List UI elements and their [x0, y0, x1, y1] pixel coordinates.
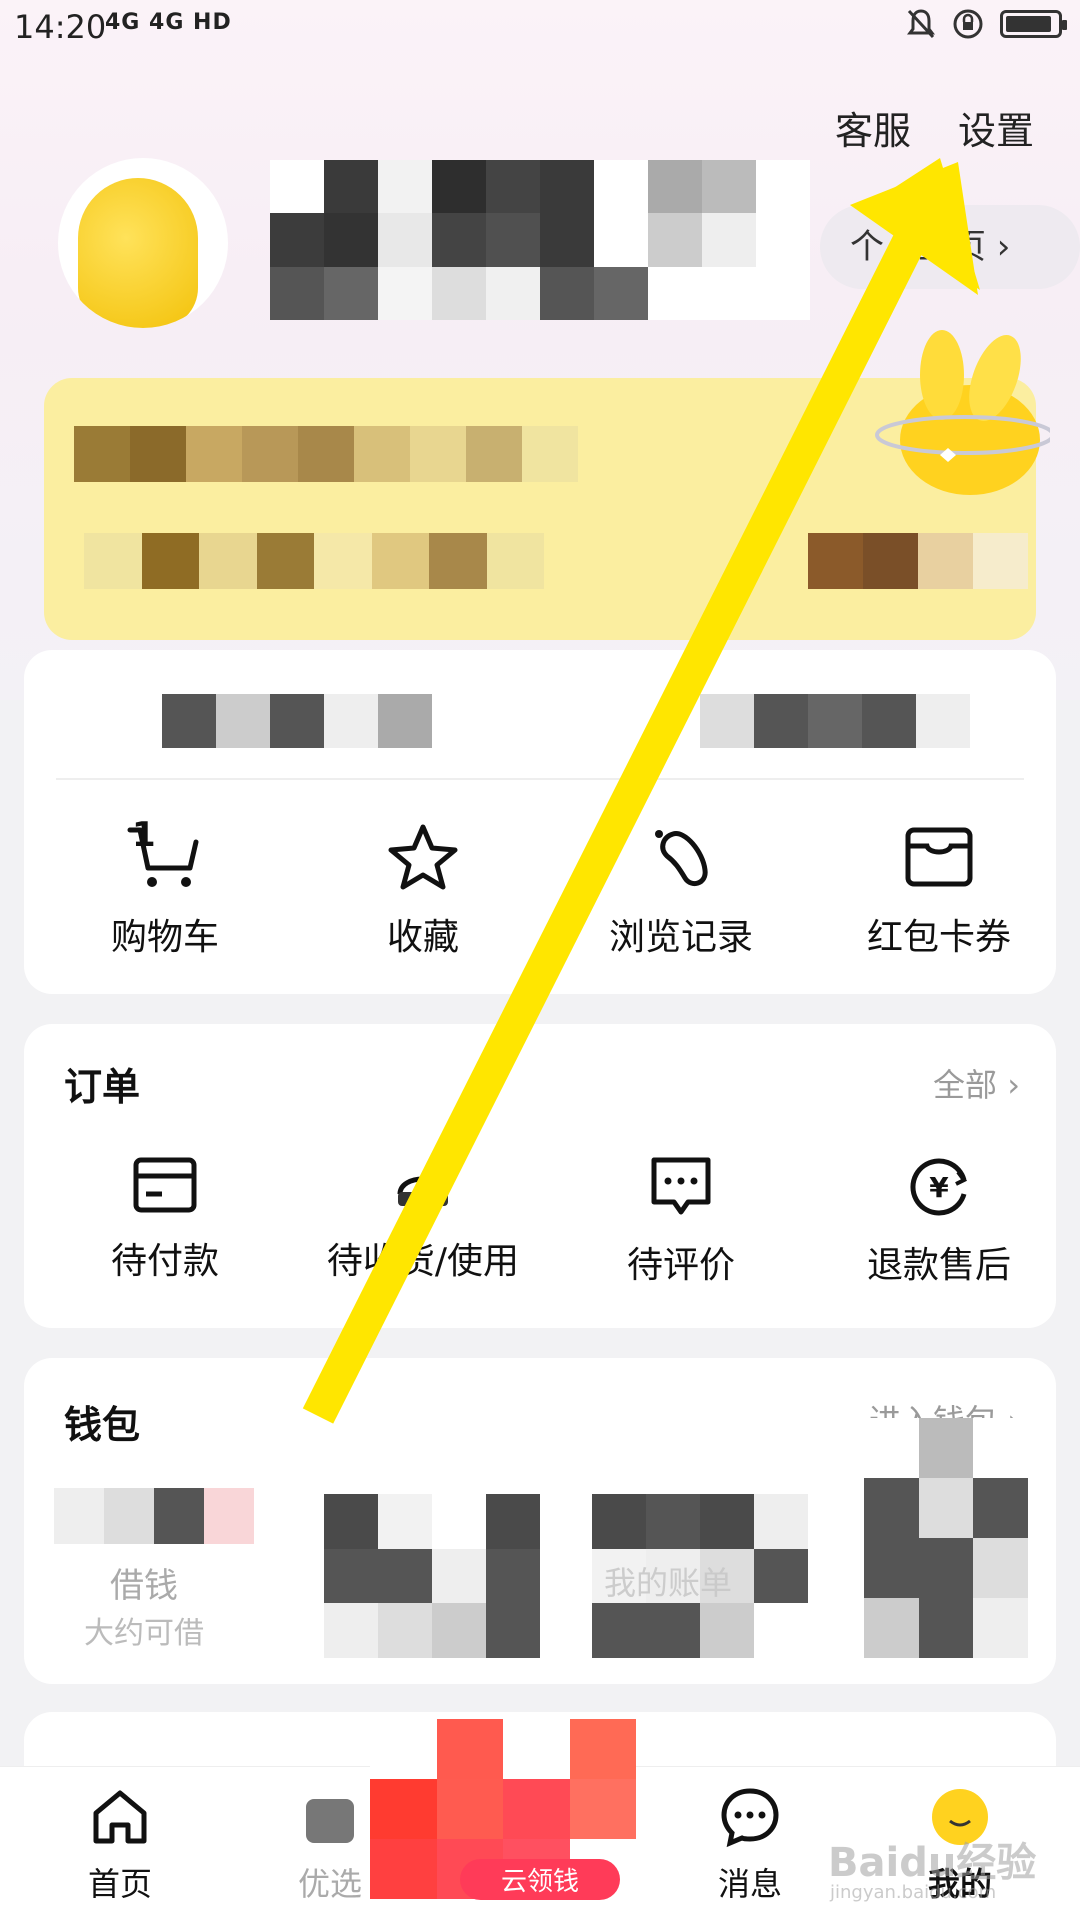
battery-icon — [1000, 10, 1067, 38]
shortcut-label: 红包卡券 — [866, 917, 1011, 958]
points-redacted — [162, 694, 432, 748]
shortcut-label: 购物车 — [110, 917, 219, 958]
order-pending-review[interactable]: 待评价 — [552, 1154, 810, 1288]
watermark-brand: Baidu经验 — [828, 1840, 1037, 1886]
wallet-item-redacted[interactable] — [324, 1494, 540, 1658]
wallet-bills-label: 我的账单 — [604, 1564, 733, 1602]
order-label: 退款售后 — [866, 1245, 1011, 1286]
nav-earn[interactable]: 云领钱 — [460, 1785, 620, 1900]
bell-muted-icon — [907, 9, 935, 39]
shortcut-favorites[interactable]: 收藏 — [294, 822, 552, 960]
comment-icon — [651, 1157, 711, 1215]
shortcut-coupons[interactable]: 红包卡券 — [810, 822, 1068, 960]
orders-all-link[interactable]: 全部 › — [933, 1060, 1020, 1106]
membership-link-redacted — [808, 533, 1028, 589]
shortcut-history[interactable]: 浏览记录 — [552, 822, 810, 960]
shortcut-cart[interactable]: 购物车 — [36, 822, 294, 960]
shortcut-label: 浏览记录 — [608, 917, 753, 958]
cart-badge: 1 — [132, 815, 156, 855]
nav-messages-label: 消息 — [717, 1865, 782, 1903]
order-pending-payment[interactable]: 待付款 — [36, 1154, 294, 1284]
nav-earn-label: 云领钱 — [460, 1859, 620, 1900]
homepage-button[interactable]: 个人主页 › — [820, 205, 1080, 289]
wallet-card-icon — [905, 827, 973, 887]
network-indicator: 4G 4G HD — [105, 10, 232, 35]
nav-home-label: 首页 — [87, 1865, 152, 1903]
star-icon — [388, 824, 458, 890]
order-refund[interactable]: ¥ 退款售后 — [810, 1154, 1068, 1288]
avatar-mascot — [78, 178, 198, 328]
truck-icon — [397, 1176, 449, 1206]
footprint-icon — [655, 830, 708, 887]
customer-service-link[interactable]: 客服 — [835, 100, 911, 155]
wallet-item-redacted[interactable] — [864, 1418, 1028, 1658]
watermark-url: jingyan.baidu.com — [830, 1882, 997, 1903]
svg-text:¥: ¥ — [929, 1171, 949, 1204]
wallet-bills[interactable]: 我的账单 — [592, 1494, 808, 1658]
settings-link[interactable]: 设置 — [958, 100, 1034, 155]
wallet-borrow-sub: 大约可借 — [84, 1616, 204, 1651]
nav-home[interactable]: 首页 — [40, 1785, 200, 1905]
shortcut-label: 收藏 — [386, 917, 459, 958]
rotation-lock-icon — [953, 9, 983, 39]
orders-title: 订单 — [64, 1065, 141, 1109]
status-bar: 14:20 4G 4G HD — [0, 0, 1080, 56]
order-label: 待收货/使用 — [326, 1241, 520, 1282]
battery-level — [1006, 16, 1051, 32]
orders-card: 订单 全部 › 待付款 待收货/使用 待评价 ¥ 退款售后 — [24, 1024, 1056, 1328]
wallet-borrow[interactable]: 借钱 大约可借 — [54, 1488, 254, 1658]
borrow-amount-redacted — [54, 1488, 254, 1544]
membership-info-redacted — [84, 533, 544, 589]
order-label: 待评价 — [626, 1245, 735, 1286]
wallet-card: 钱包 进入钱包 › 借钱 大约可借 我的账单 — [24, 1358, 1056, 1684]
status-icons — [906, 8, 1067, 40]
divider — [56, 778, 1024, 780]
bunny-mascot-icon — [875, 330, 1050, 495]
shortcuts-card: 购物车 1 收藏 浏览记录 红包卡券 — [24, 650, 1056, 994]
username-redacted — [270, 160, 810, 320]
refund-icon: ¥ — [910, 1158, 968, 1216]
order-label: 待付款 — [110, 1241, 219, 1282]
membership-level-redacted — [74, 426, 634, 482]
balance-redacted — [700, 694, 970, 748]
message-icon — [721, 1788, 779, 1848]
bag-icon — [306, 1799, 354, 1843]
wallet-borrow-label: 借钱 — [110, 1566, 178, 1606]
wallet-title: 钱包 — [64, 1403, 141, 1447]
nav-messages[interactable]: 消息 — [670, 1785, 830, 1905]
home-icon — [93, 1790, 147, 1844]
order-pending-receipt[interactable]: 待收货/使用 — [294, 1154, 552, 1284]
card-icon — [133, 1157, 197, 1213]
status-time: 14:20 — [14, 8, 107, 46]
avatar[interactable] — [58, 158, 228, 328]
